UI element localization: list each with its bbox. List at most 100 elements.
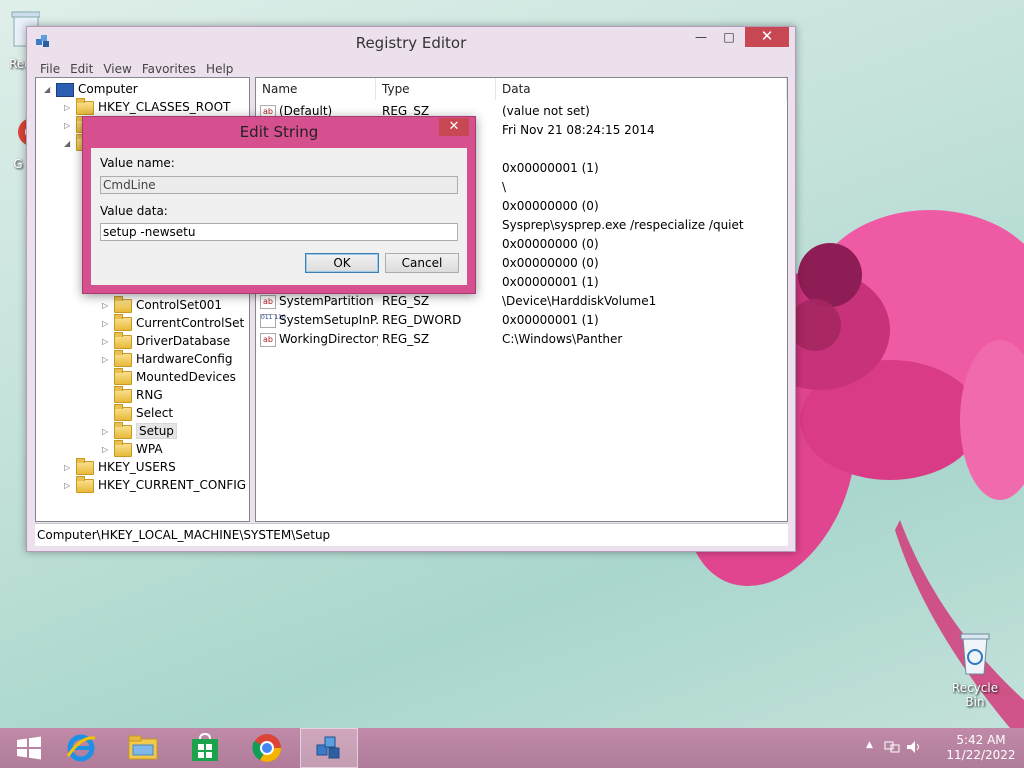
- menu-file[interactable]: File: [35, 59, 65, 79]
- dialog-body: Value name: Value data: OK Cancel: [91, 148, 467, 285]
- cancel-button[interactable]: Cancel: [385, 253, 459, 273]
- tree-item-mounteddevices[interactable]: MountedDevices: [102, 367, 236, 386]
- expand-arrow-icon[interactable]: ▷: [102, 441, 114, 459]
- value-name-text: SystemPartition: [279, 294, 374, 308]
- value-type: REG_SZ: [382, 294, 430, 308]
- value-type: REG_SZ: [382, 332, 430, 346]
- column-header-data[interactable]: Data: [496, 78, 787, 100]
- minimize-button[interactable]: —: [687, 27, 715, 47]
- expand-arrow-icon[interactable]: ▷: [64, 477, 76, 495]
- clock[interactable]: 5:42 AM 11/22/2022: [946, 733, 1016, 763]
- system-tray: ▲ 5:42 AM 11/22/2022: [866, 728, 1016, 768]
- value-data: (value not set): [502, 104, 590, 118]
- folder-icon: [114, 421, 132, 439]
- folder-icon: [114, 313, 132, 331]
- taskbar-store[interactable]: [176, 728, 234, 768]
- value-data: 0x00000001 (1): [502, 313, 599, 327]
- expand-arrow-icon[interactable]: ▷: [102, 351, 114, 369]
- menu-favorites[interactable]: Favorites: [137, 59, 201, 79]
- taskbar-file-explorer[interactable]: [114, 728, 172, 768]
- network-icon[interactable]: [884, 740, 900, 754]
- value-data: 0x00000000 (0): [502, 256, 599, 270]
- tree-item-driverdatabase[interactable]: ▷ DriverDatabase: [102, 331, 230, 351]
- expand-arrow-icon[interactable]: ▷: [64, 99, 76, 117]
- desktop-icon-label: Recycle Bin: [951, 681, 999, 709]
- folder-icon: [76, 97, 94, 115]
- edit-string-dialog: Edit String ✕ Value name: Value data: OK…: [82, 116, 476, 294]
- dword-value-icon: 011 110: [260, 313, 286, 328]
- chrome-icon: [252, 734, 281, 762]
- tree-item-hkcc[interactable]: ▷ HKEY_CURRENT_CONFIG: [64, 475, 246, 495]
- folder-icon: [114, 403, 132, 421]
- tree-item-setup[interactable]: ▷ Setup: [102, 421, 177, 441]
- folder-icon: [114, 295, 132, 313]
- expand-arrow-icon[interactable]: ▷: [64, 459, 76, 477]
- value-name: ab WorkingDirectory: [260, 330, 378, 349]
- column-header-type[interactable]: Type: [376, 78, 496, 100]
- volume-icon[interactable]: [906, 740, 922, 754]
- dialog-close-button[interactable]: ✕: [439, 118, 469, 136]
- maximize-button[interactable]: □: [715, 27, 743, 47]
- menu-edit[interactable]: Edit: [65, 59, 98, 79]
- close-button[interactable]: ✕: [745, 27, 789, 47]
- tree-item-currentcontrolset[interactable]: ▷ CurrentControlSet: [102, 313, 244, 333]
- value-data: 0x00000000 (0): [502, 237, 599, 251]
- desktop-icon-recycle-bin[interactable]: Recycle Bin: [943, 630, 1007, 709]
- value-type: REG_DWORD: [382, 313, 462, 327]
- menu-view[interactable]: View: [98, 59, 136, 79]
- tree-item-rng[interactable]: RNG: [102, 385, 163, 404]
- value-name-field[interactable]: [100, 176, 458, 194]
- value-data: Sysprep\sysprep.exe /respecialize /quiet: [502, 218, 744, 232]
- menu-help[interactable]: Help: [201, 59, 238, 79]
- column-header-name[interactable]: Name: [256, 78, 376, 100]
- show-hidden-icons-arrow-icon[interactable]: ▲: [866, 740, 873, 750]
- string-value-icon: ab: [260, 294, 276, 309]
- taskbar-chrome[interactable]: [238, 728, 296, 768]
- value-data: 0x00000000 (0): [502, 199, 599, 213]
- string-value-icon: ab: [260, 332, 276, 347]
- tree-item-hardwareconfig[interactable]: ▷ HardwareConfig: [102, 349, 232, 369]
- file-explorer-icon: [128, 735, 158, 760]
- dialog-title: Edit String: [239, 123, 319, 141]
- menu-bar: File Edit View Favorites Help: [35, 59, 238, 79]
- expand-arrow-icon[interactable]: ▷: [102, 297, 114, 315]
- ok-button[interactable]: OK: [305, 253, 379, 273]
- store-icon: [192, 733, 218, 761]
- expand-arrow-icon[interactable]: ▷: [64, 117, 76, 135]
- collapse-arrow-icon[interactable]: ◢: [64, 135, 76, 153]
- tree-item-hku[interactable]: ▷ HKEY_USERS: [64, 457, 176, 477]
- tree-item-wpa[interactable]: ▷ WPA: [102, 439, 163, 459]
- value-data: C:\Windows\Panther: [502, 332, 623, 346]
- value-data: Fri Nov 21 08:24:15 2014: [502, 123, 655, 137]
- window-titlebar[interactable]: Registry Editor — □ ✕: [27, 27, 795, 57]
- value-data: 0x00000001 (1): [502, 275, 599, 289]
- value-data: 0x00000001 (1): [502, 161, 599, 175]
- start-button[interactable]: [0, 728, 58, 768]
- value-name: ab SystemPartition: [260, 292, 378, 311]
- tree-item-hkcr[interactable]: ▷ HKEY_CLASSES_ROOT: [64, 97, 230, 117]
- window-title: Registry Editor: [355, 34, 467, 52]
- expand-arrow-icon[interactable]: ▷: [102, 333, 114, 351]
- internet-explorer-icon: [66, 734, 96, 762]
- value-name: 011 110SystemSetupInP...: [260, 311, 378, 330]
- folder-icon: [114, 331, 132, 349]
- value-data-label: Value data:: [100, 204, 168, 218]
- tree-item-computer[interactable]: ◢ Computer: [44, 80, 138, 98]
- clock-time: 5:42 AM: [956, 733, 1006, 747]
- expand-arrow-icon[interactable]: ▷: [102, 315, 114, 333]
- folder-icon: [76, 457, 94, 475]
- value-name-text: WorkingDirectory: [279, 332, 378, 346]
- taskbar-internet-explorer[interactable]: [52, 728, 110, 768]
- taskbar-registry-editor[interactable]: [300, 728, 358, 768]
- value-data: \Device\HarddiskVolume1: [502, 294, 657, 308]
- status-bar-path: Computer\HKEY_LOCAL_MACHINE\SYSTEM\Setup: [35, 523, 788, 546]
- recycle-bin-icon: [960, 633, 990, 675]
- value-data-input[interactable]: [100, 223, 458, 241]
- taskbar: ▲ 5:42 AM 11/22/2022: [0, 728, 1024, 768]
- collapse-arrow-icon[interactable]: ◢: [44, 81, 56, 99]
- tree-item-controlset001[interactable]: ▷ ControlSet001: [102, 295, 222, 315]
- value-data: \: [502, 180, 507, 194]
- registry-editor-icon: [316, 736, 340, 759]
- expand-arrow-icon[interactable]: ▷: [102, 423, 114, 441]
- tree-item-select[interactable]: Select: [102, 403, 173, 422]
